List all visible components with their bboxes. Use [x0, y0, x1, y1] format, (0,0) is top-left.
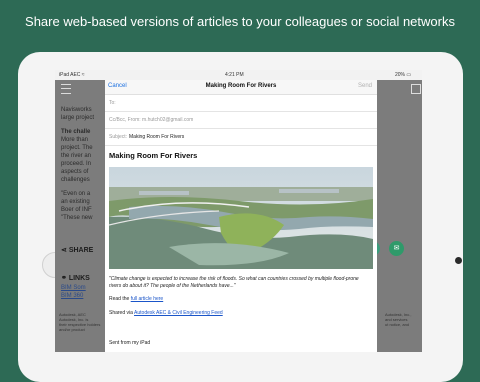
bg-line: the river an: [61, 153, 92, 159]
promo-banner: Share web-based versions of articles to …: [25, 14, 455, 29]
compose-email-sheet: Making Room For Rivers Cancel Send To: C…: [105, 80, 377, 352]
bg-line: large project: [61, 115, 95, 121]
menu-icon[interactable]: [61, 84, 71, 94]
reader-icon[interactable]: [411, 84, 421, 94]
battery-indicator: 20% ▭: [395, 72, 412, 78]
subject-field[interactable]: Subject: Making Room For Rivers: [105, 129, 377, 146]
cancel-button[interactable]: Cancel: [108, 83, 127, 89]
compose-title: Making Room For Rivers: [205, 83, 277, 89]
email-share-icon[interactable]: ✉: [389, 241, 404, 256]
cc-from-field[interactable]: Cc/Bcc, From: m.hutch02@gmail.com: [105, 112, 377, 129]
camera-dot: [455, 257, 462, 264]
to-label: To:: [109, 100, 116, 106]
feed-link[interactable]: Autodesk AEC & Civil Engineering Feed: [134, 310, 223, 316]
clock: 4:21 PM: [225, 72, 244, 78]
subject-label: Subject:: [109, 134, 128, 140]
links-label: LINKS: [68, 275, 90, 282]
share-section: ⋖ SHARE: [61, 246, 93, 254]
bg-line: proceed. In: [61, 161, 92, 167]
email-article-title: Making Room For Rivers: [109, 151, 198, 160]
share-icon: ⋖: [61, 247, 69, 254]
email-signature: Sent from my iPad: [109, 340, 151, 346]
article-quote: "Climate change is expected to increase …: [109, 276, 359, 289]
bg-line: "These new: [61, 215, 93, 221]
share-label: SHARE: [68, 247, 94, 254]
bg-line: an existing: [61, 199, 90, 205]
bg-line: Boer of INF: [61, 207, 92, 213]
shared-line: Shared via Autodesk AEC & Civil Engineer…: [109, 310, 223, 316]
send-button[interactable]: Send: [358, 83, 372, 89]
bg-line: aspects of: [61, 169, 89, 175]
links-section: ⚭ LINKS BIM Som BIM 360: [61, 274, 90, 299]
cc-from-label: Cc/Bcc, From: m.hutch02@gmail.com: [109, 117, 194, 123]
to-field[interactable]: To:: [105, 95, 377, 112]
bg-line: The challe: [61, 129, 91, 135]
subject-value: Making Room For Rivers: [129, 134, 185, 140]
article-side-text: Navisworks large project The challe More…: [61, 106, 109, 222]
bg-line: project. The: [61, 145, 93, 151]
compose-nav-bar: Making Room For Rivers Cancel Send: [105, 80, 377, 95]
bg-line: Navisworks: [61, 107, 92, 113]
full-article-link[interactable]: full article here: [131, 296, 164, 302]
bg-line: "Even on a: [61, 191, 91, 197]
link-icon: ⚭: [61, 275, 69, 282]
ipad-screen: iPad AEC ≈ 4:21 PM 20% ▭ Navisworks larg…: [55, 70, 422, 352]
bg-line: More than: [61, 137, 89, 143]
bg-link[interactable]: BIM 360: [61, 293, 83, 299]
bg-link[interactable]: BIM Som: [61, 285, 86, 291]
carrier-label: iPad AEC ≈: [59, 72, 85, 78]
read-line: Read the full article here: [109, 296, 164, 302]
river-rendering-image: [109, 167, 373, 269]
bg-line: challenges: [61, 177, 90, 183]
status-bar: iPad AEC ≈ 4:21 PM 20% ▭: [55, 70, 422, 80]
